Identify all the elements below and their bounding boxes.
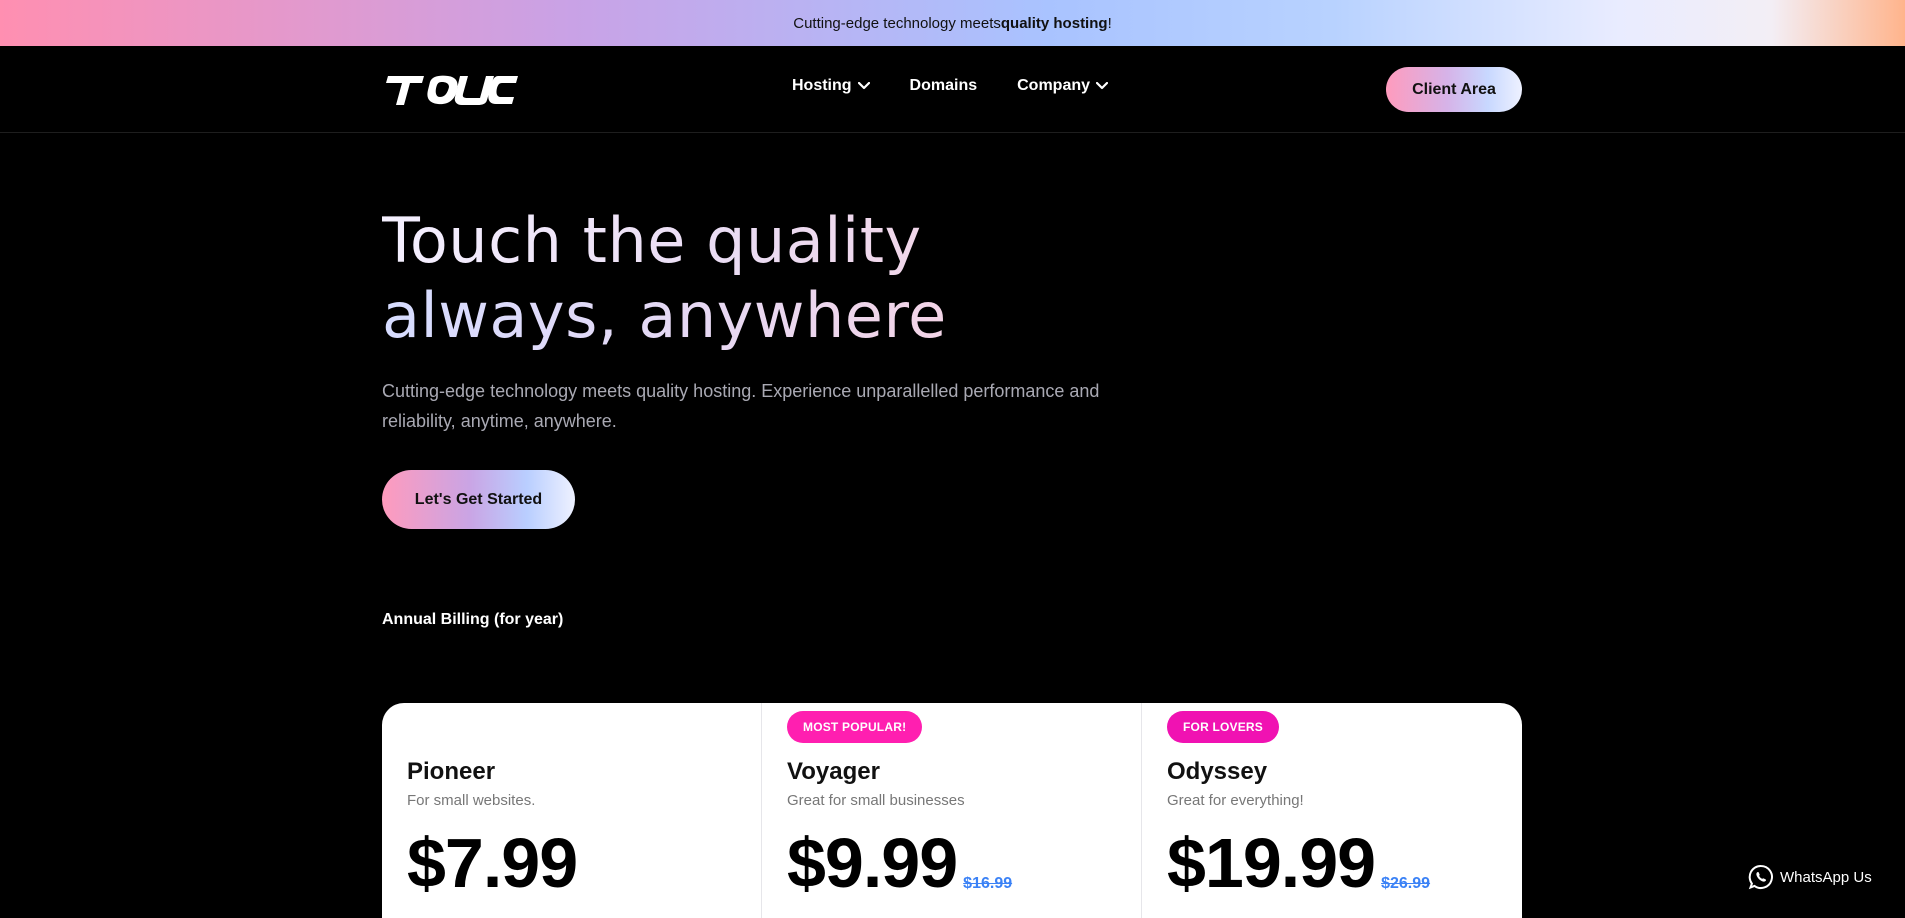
plan-description: For small websites. [407,792,536,809]
plan-description: Great for small businesses [787,792,965,809]
price-row: $7.99 [407,823,578,903]
most-popular-badge: MOST POPULAR! [787,711,923,743]
nav-domains-label: Domains [909,77,978,94]
plan-card-voyager[interactable]: MOST POPULAR! Voyager Great for small bu… [762,703,1142,918]
nav-hosting[interactable]: Hosting [792,77,870,95]
billing-toggle-label[interactable]: Annual Billing (for year) [382,611,563,629]
plan-price: $7.99 [407,824,578,902]
hero-title-line2: always, anywhere [382,278,1082,353]
announcement-bar: Cutting-edge technology meets quality ho… [0,0,1905,46]
whatsapp-button[interactable]: WhatsApp Us [1748,864,1872,890]
plan-name: Pioneer [407,758,496,785]
client-area-button[interactable]: Client Area [1386,67,1522,112]
whatsapp-icon [1748,864,1773,890]
plan-price: $19.99 [1167,824,1376,902]
chevron-down-icon [1096,82,1109,90]
plan-card-pioneer[interactable]: Pioneer For small websites. $7.99 [382,703,762,918]
plan-name: Voyager [787,758,880,785]
nav-company[interactable]: Company [1017,77,1109,95]
hero-title: Touch the quality always, anywhere [382,203,1082,353]
touc-logo[interactable] [386,72,518,108]
announcement-suffix: ! [1107,14,1112,32]
announcement-bold-text: quality hosting [1000,14,1108,32]
plan-name: Odyssey [1167,758,1268,785]
whatsapp-label: WhatsApp Us [1780,868,1872,886]
for-lovers-badge: FOR LOVERS [1167,711,1280,743]
hero-subtitle: Cutting-edge technology meets quality ho… [382,381,1100,431]
nav-hosting-label: Hosting [792,77,852,94]
nav-company-label: Company [1017,77,1091,94]
plan-price: $9.99 [787,824,958,902]
hero-title-line1: Touch the quality [382,203,1082,278]
announcement-text: Cutting-edge technology meets [793,14,1001,32]
chevron-down-icon [857,82,870,90]
get-started-button[interactable]: Let's Get Started [382,470,575,529]
main-nav: Hosting Domains Company [792,77,1148,95]
plan-card-odyssey[interactable]: FOR LOVERS Odyssey Great for everything!… [1142,703,1522,918]
plan-old-price: $26.99 [1381,875,1431,892]
price-row: $9.99 $16.99 [787,823,1012,903]
navbar: Hosting Domains Company Client Area [0,46,1905,133]
plan-description: Great for everything! [1167,792,1304,809]
nav-domains[interactable]: Domains [910,77,978,95]
pricing-plans: Pioneer For small websites. $7.99 MOST P… [382,703,1522,918]
plan-old-price: $16.99 [963,875,1013,892]
price-row: $19.99 $26.99 [1167,823,1430,903]
